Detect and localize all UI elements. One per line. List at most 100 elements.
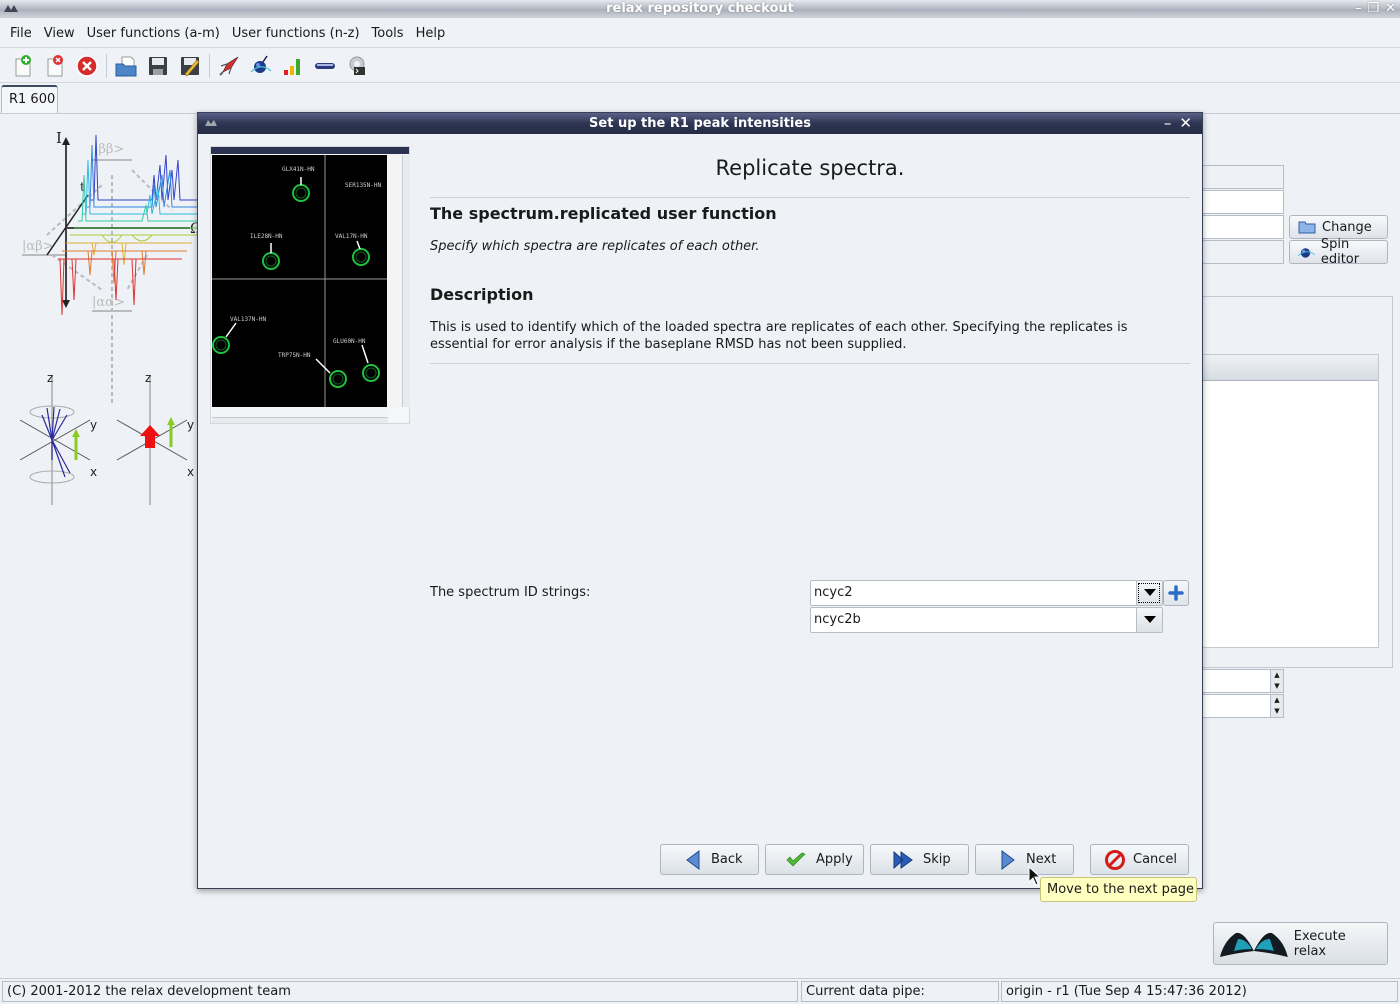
page-heading: Replicate spectra.: [715, 156, 905, 180]
x-axis-label: x: [187, 465, 194, 479]
butterfly-icon: [1219, 932, 1288, 957]
spinner-arrows[interactable]: ▲ ▼: [1270, 670, 1283, 692]
dialog-close-button[interactable]: ✕: [1179, 113, 1192, 134]
tab-r1-600[interactable]: R1 600: [1, 85, 58, 114]
chevron-down-icon: [1143, 589, 1156, 596]
menu-file[interactable]: File: [4, 26, 38, 41]
current-pipe-value: origin - r1 (Tue Sep 4 15:47:36 2012): [1001, 981, 1398, 1002]
spin-editor-icon: [250, 55, 272, 73]
copyright-text: (C) 2001-2012 the relax development team: [2, 981, 798, 1002]
cancel-button[interactable]: Cancel: [1090, 844, 1189, 875]
close-analysis-icon: [47, 54, 63, 76]
pipe-editor-icon: [315, 62, 335, 69]
dialog-title: Set up the R1 peak intensities: [589, 116, 811, 131]
close-analysis-button[interactable]: [39, 51, 71, 81]
apply-button[interactable]: Apply: [765, 844, 864, 875]
magnetization-cone-diagram: z y x: [19, 371, 97, 505]
skip-icon: [893, 850, 913, 869]
add-spectrum-id-button[interactable]: [1163, 580, 1189, 606]
spectrum-id-label: The spectrum ID strings:: [430, 585, 591, 600]
intensity-axis-label: I: [56, 129, 62, 147]
value-spinner-2[interactable]: ▲ ▼: [1200, 694, 1284, 718]
dialog-minimize-button[interactable]: –: [1164, 113, 1172, 134]
save-as-icon: [181, 56, 200, 76]
dropdown-button[interactable]: [1136, 581, 1162, 605]
peak-label: GLX41N-HN: [282, 166, 315, 173]
results-viewer-button[interactable]: [277, 51, 309, 81]
spectrum-id-combo-1[interactable]: ncyc2: [810, 580, 1163, 606]
close-all-icon: [76, 54, 98, 77]
wizard-dialog: Set up the R1 peak intensities – ✕ GLX41…: [197, 112, 1203, 889]
execute-relax-label: Execute relax: [1293, 928, 1346, 959]
y-axis-label: y: [90, 418, 97, 432]
new-analysis-button[interactable]: [7, 51, 39, 81]
menu-view[interactable]: View: [38, 26, 81, 41]
spectrum-stack-graphic: |ββ> |αβ> |αα> I t Ω z y x z y x: [19, 129, 202, 505]
spinner-arrows[interactable]: ▲ ▼: [1270, 695, 1283, 717]
window-titlebar: relax repository checkout – ❐ ✕: [0, 0, 1400, 18]
next-button-label: Next: [1026, 852, 1057, 867]
spin-editor-button[interactable]: Spin editor: [1289, 237, 1388, 267]
relax-butterfly-icon: [4, 5, 18, 12]
output-directory-field[interactable]: [1200, 215, 1284, 239]
menu-help[interactable]: Help: [410, 26, 452, 41]
spectrum-preview-image: GLX41N-HN SER135N-HN ILE28N-HN VAL17N-HN…: [210, 146, 410, 424]
apply-button-label: Apply: [816, 852, 853, 867]
relax-butterfly-icon: [205, 120, 217, 126]
next-button[interactable]: Next: [975, 844, 1074, 875]
spectra-list[interactable]: [1200, 354, 1379, 648]
r1-analysis-graphic: |ββ> |αβ> |αα> I t Ω z y x z y x: [2, 115, 202, 515]
minimize-button[interactable]: –: [1355, 0, 1362, 18]
back-button-label: Back: [711, 852, 743, 867]
toolbar-separator: [106, 53, 107, 78]
preview-y-scale: [388, 155, 402, 407]
skip-button[interactable]: Skip: [870, 844, 969, 875]
dropdown-button[interactable]: [1136, 608, 1162, 632]
spin-systems-field[interactable]: [1200, 240, 1284, 264]
peak-label: VAL17N-HN: [335, 233, 368, 240]
peak-label: VAL137N-HN: [230, 316, 267, 323]
results-directory-field[interactable]: [1200, 190, 1284, 214]
relax-prompt-button[interactable]: [341, 51, 373, 81]
peak-label: SER135N-HN: [345, 182, 382, 189]
save-button[interactable]: [142, 51, 174, 81]
spin-viewer-button[interactable]: [245, 51, 277, 81]
save-icon: [149, 56, 167, 75]
analysis-tabs: R1 600: [0, 84, 1400, 114]
execute-relax-button[interactable]: Execute relax: [1213, 922, 1388, 965]
back-button[interactable]: Back: [660, 844, 759, 875]
next-button-tooltip: Move to the next page: [1040, 877, 1197, 902]
value-spinner-1[interactable]: ▲ ▼: [1200, 669, 1284, 693]
menu-user-functions-n-z[interactable]: User functions (n-z): [226, 26, 366, 41]
preview-horizontal-scrollbar: [212, 417, 388, 423]
z-axis-label: z: [47, 371, 53, 385]
mode-selector-button[interactable]: [213, 51, 245, 81]
save-as-button[interactable]: [174, 51, 206, 81]
open-folder-icon: [115, 56, 137, 76]
change-button-label: Change: [1322, 219, 1372, 235]
close-all-button[interactable]: [71, 51, 103, 81]
user-function-title: The spectrum.replicated user function: [430, 204, 777, 223]
chevron-down-icon: [1143, 616, 1156, 623]
open-button[interactable]: [110, 51, 142, 81]
x-axis-label: x: [90, 465, 97, 479]
spectrum-id-combo-2[interactable]: ncyc2b: [810, 607, 1163, 633]
folder-icon: [1298, 221, 1316, 234]
menu-user-functions-a-m[interactable]: User functions (a-m): [81, 26, 226, 41]
equilibrium-magnetization-diagram: z y x: [116, 371, 194, 505]
menu-tools[interactable]: Tools: [366, 26, 410, 41]
spectrum-plot: GLX41N-HN SER135N-HN ILE28N-HN VAL17N-HN…: [212, 155, 387, 407]
pipe-editor-button[interactable]: [309, 51, 341, 81]
divider: [430, 197, 1190, 198]
pipe-name-field[interactable]: [1200, 165, 1284, 189]
back-arrow-icon: [686, 849, 700, 870]
preview-vertical-scrollbar: [402, 155, 410, 407]
change-directory-button[interactable]: Change: [1289, 215, 1388, 239]
close-window-button[interactable]: ✕: [1385, 0, 1396, 18]
next-arrow-icon: [1001, 849, 1015, 870]
mouse-cursor-icon: [1028, 866, 1042, 886]
plus-icon: [1168, 585, 1184, 601]
dialog-titlebar: Set up the R1 peak intensities – ✕: [198, 113, 1202, 134]
restore-button[interactable]: ❐: [1367, 0, 1379, 18]
preview-window-titlebar: [211, 147, 409, 154]
